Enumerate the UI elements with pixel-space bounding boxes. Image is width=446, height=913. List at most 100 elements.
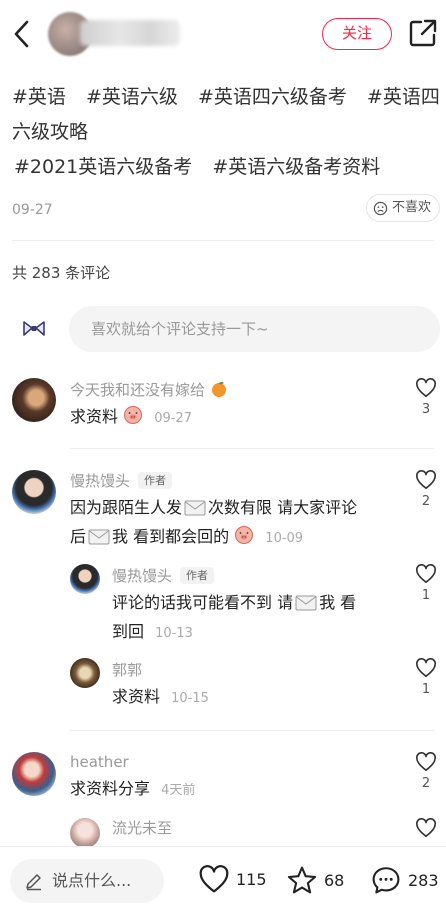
- hashtag-link[interactable]: #英语: [12, 86, 66, 108]
- bottom-action-bar: 说点什么... 115 68 283: [0, 846, 446, 913]
- comment-input-row: 喜欢就给个评论支持一下~: [12, 306, 440, 352]
- hashtag-link[interactable]: #英语六级备考资料: [212, 156, 380, 178]
- comment-time: 10-15: [171, 691, 209, 706]
- avatar[interactable]: [70, 564, 100, 594]
- comment-bubble-icon: [372, 867, 400, 894]
- commenter-name-text: 郭郭: [112, 661, 143, 679]
- mail-emoji-icon: [88, 529, 110, 545]
- comment-body: 我 看到都会回的: [112, 527, 230, 546]
- heart-icon: [416, 564, 436, 583]
- pig-emoji-icon: [235, 526, 254, 544]
- comment-text: 求资料分享 4天前: [70, 774, 195, 805]
- author-badge: 作者: [180, 567, 215, 584]
- peach-emoji-icon: [211, 382, 226, 397]
- commenter-name[interactable]: 流光未至: [112, 818, 172, 838]
- avatar[interactable]: [70, 818, 100, 846]
- avatar[interactable]: [12, 378, 56, 422]
- say-something-input[interactable]: 说点什么...: [10, 859, 164, 903]
- post-collect-count: 68: [324, 870, 345, 890]
- dislike-label: 不喜欢: [391, 200, 431, 215]
- commenter-name[interactable]: 慢热馒头 作者: [112, 566, 215, 586]
- heart-icon: [416, 470, 436, 489]
- comment-body: 求资料: [112, 687, 161, 706]
- pig-emoji-icon: [124, 406, 143, 424]
- like-count: 1: [421, 682, 431, 697]
- mail-emoji-icon: [184, 500, 206, 516]
- like-count: 1: [421, 588, 431, 603]
- commenter-name[interactable]: 慢热馒头 作者: [70, 471, 173, 491]
- comment-time: 10-09: [265, 531, 304, 546]
- reply-item: 慢热馒头 作者 评论的话我可能看不到 请 我 看 到回 10-13 1: [0, 564, 446, 644]
- post-comment-button[interactable]: 283: [370, 865, 439, 895]
- commenter-name[interactable]: 今天我和还没有嫁给: [70, 380, 228, 400]
- comment-item: 今天我和还没有嫁给 求资料 09-27 3: [0, 376, 446, 446]
- heart-icon: [416, 378, 436, 397]
- heart-icon: [199, 865, 229, 893]
- comment-like-button[interactable]: 1: [414, 658, 438, 697]
- sad-face-icon: [373, 201, 388, 215]
- comment-text: 评论的话我可能看不到 请 我 看 到回 10-13: [112, 588, 402, 648]
- comment-text: 因为跟陌生人发 次数有限 请大家评论 后 我 看到都会回的 10-09: [70, 493, 400, 553]
- comment-like-button[interactable]: 3: [414, 378, 438, 417]
- heart-icon: [416, 818, 436, 837]
- comment-input[interactable]: 喜欢就给个评论支持一下~: [69, 306, 440, 352]
- comment-body: 我 看: [319, 593, 357, 612]
- comment-body: 求资料: [70, 407, 119, 426]
- comment-body: 因为跟陌生人发: [70, 498, 183, 517]
- comment-body: 评论的话我可能看不到 请: [112, 593, 294, 612]
- heart-icon: [416, 658, 436, 677]
- comment-text: 求资料 09-27: [70, 402, 192, 433]
- comment-body: 后: [70, 527, 87, 546]
- comment-like-button[interactable]: 2: [414, 752, 438, 791]
- avatar[interactable]: [12, 470, 56, 514]
- comment-time: 10-13: [155, 626, 193, 641]
- hashtag-link[interactable]: #2021英语六级备考: [14, 156, 192, 178]
- comment-count: 共 283 条评论: [12, 264, 111, 282]
- comment-time: 09-27: [154, 411, 192, 426]
- like-count: 2: [421, 494, 431, 509]
- commenter-name-text: 慢热馒头: [112, 567, 173, 585]
- post-meta: 09-27 不喜欢: [12, 194, 440, 222]
- post-like-count: 115: [236, 870, 267, 889]
- post-date: 09-27: [12, 202, 53, 218]
- author-name-blurred[interactable]: [80, 20, 180, 46]
- dislike-button[interactable]: 不喜欢: [365, 194, 440, 222]
- avatar[interactable]: [70, 658, 100, 688]
- hashtag-link[interactable]: #英语六级: [86, 86, 178, 108]
- like-count: 3: [421, 402, 431, 417]
- comment-body: 到回: [112, 622, 145, 641]
- comment-like-button[interactable]: 1: [414, 564, 438, 603]
- divider: [70, 730, 434, 731]
- comment-item: 慢热馒头 作者 因为跟陌生人发 次数有限 请大家评论 后 我 看到都会回的 10-09…: [0, 468, 446, 558]
- divider: [12, 240, 434, 241]
- comment-item: heather 求资料分享 4天前 2: [0, 750, 446, 810]
- author-badge: 作者: [138, 472, 173, 489]
- avatar[interactable]: [12, 752, 56, 796]
- commenter-name-text: 今天我和还没有嫁给: [70, 381, 206, 399]
- post-collect-button[interactable]: 68: [286, 865, 344, 895]
- comment-time: 4天前: [161, 783, 196, 798]
- pen-icon: [26, 874, 41, 891]
- say-placeholder: 说点什么...: [52, 871, 132, 890]
- follow-button[interactable]: 关注: [322, 18, 392, 50]
- like-count: 2: [421, 776, 431, 791]
- share-icon[interactable]: [408, 18, 438, 48]
- top-bar: 关注: [0, 0, 446, 68]
- comment-like-button[interactable]: 2: [414, 470, 438, 509]
- reply-item: 郭郭 求资料 10-15 1: [0, 658, 446, 718]
- reply-item: 流光未至: [0, 816, 446, 846]
- star-icon: [287, 866, 317, 894]
- mail-emoji-icon: [295, 595, 317, 611]
- hashtag-link[interactable]: #英语四六级备考: [198, 86, 347, 108]
- heart-icon: [416, 752, 436, 771]
- divider: [70, 448, 434, 449]
- comment-body: 次数有限 请大家评论: [208, 498, 358, 517]
- post-tags: #英语 #英语六级 #英语四六级备考 #英语四六级攻略 #2021英语六级备考 …: [12, 80, 440, 185]
- commenter-name-text: 慢热馒头: [70, 472, 131, 490]
- comment-like-button[interactable]: [414, 818, 438, 838]
- post-like-button[interactable]: 115: [198, 865, 267, 894]
- commenter-name[interactable]: heather: [70, 752, 129, 772]
- commenter-name-text: 流光未至: [112, 819, 173, 837]
- back-arrow-icon[interactable]: [8, 18, 36, 50]
- commenter-name[interactable]: 郭郭: [112, 660, 142, 680]
